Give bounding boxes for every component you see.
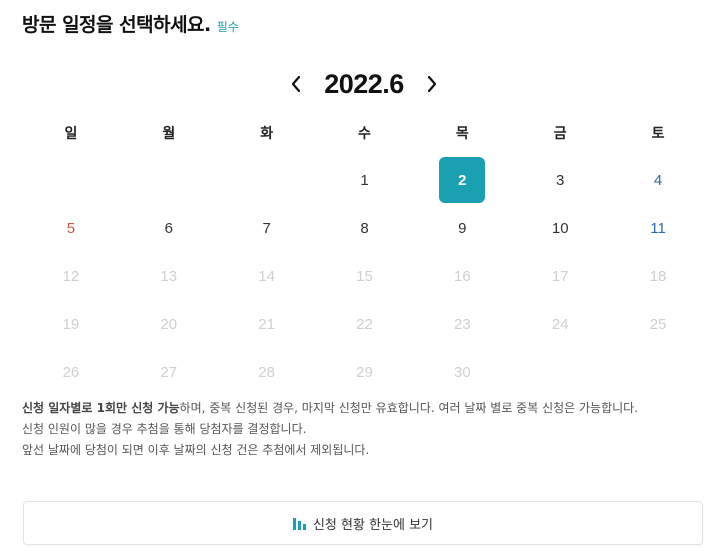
required-badge: 필수 — [216, 20, 239, 34]
calendar-day-cell: 8 — [316, 204, 414, 252]
calendar-day-cell: 16 — [413, 252, 511, 300]
calendar-day: 25 — [649, 315, 667, 333]
bar-chart-icon — [292, 517, 306, 530]
chevron-right-icon — [427, 75, 436, 93]
calendar-day[interactable]: 5 — [48, 205, 94, 251]
calendar-day: 22 — [356, 315, 373, 333]
calendar-day[interactable]: 11 — [635, 205, 681, 251]
view-status-label: 신청 현황 한눈에 보기 — [312, 517, 434, 533]
calendar-day-cell: 27 — [120, 348, 218, 396]
calendar-day-cell: 6 — [120, 204, 218, 252]
calendar-day: 15 — [356, 267, 373, 285]
calendar-day-cell: 2 — [413, 156, 511, 204]
prev-month-button[interactable] — [282, 70, 310, 98]
notice-text: 신청 일자별로 1회만 신청 가능하며, 중복 신청된 경우, 마지막 신청만 … — [22, 398, 712, 461]
calendar-grid: 일 월 화 수 목 금 토 1 2 3 4 5 6 7 8 9 10 11 12 13 14 15 16 17 18 19 20 21… — [22, 110, 707, 396]
weekday-header: 화 — [260, 126, 274, 142]
month-navigator: 2022.6 — [0, 66, 728, 102]
calendar-day[interactable]: 8 — [341, 205, 387, 251]
weekday-header: 월 — [162, 126, 176, 142]
calendar-day[interactable]: 7 — [244, 205, 290, 251]
calendar-day-cell: 28 — [218, 348, 316, 396]
calendar-day-cell: 19 — [22, 300, 120, 348]
calendar-day-cell: 14 — [218, 252, 316, 300]
calendar-day: 21 — [258, 315, 275, 333]
notice-emphasis: 신청 일자별로 1회만 신청 가능 — [22, 401, 180, 415]
calendar-day: 29 — [356, 363, 373, 381]
view-status-button[interactable]: 신청 현황 한눈에 보기 — [23, 501, 703, 545]
calendar-day: 23 — [454, 315, 471, 333]
current-month-label: 2022.6 — [324, 68, 404, 99]
calendar-day: 30 — [454, 363, 471, 381]
empty-cell — [120, 156, 218, 204]
calendar-day-cell: 20 — [120, 300, 218, 348]
weekday-header: 금 — [553, 126, 567, 142]
calendar-day[interactable]: 1 — [341, 157, 387, 203]
calendar-day-cell: 7 — [218, 204, 316, 252]
calendar-day-cell: 4 — [609, 156, 707, 204]
calendar-day: 16 — [454, 267, 471, 285]
notice-line-1-rest: 하며, 중복 신청된 경우, 마지막 신청만 유효합니다. 여러 날짜 별로 중… — [179, 401, 639, 415]
calendar-day-cell: 24 — [511, 300, 609, 348]
notice-line-1: 신청 일자별로 1회만 신청 가능하며, 중복 신청된 경우, 마지막 신청만 … — [22, 398, 712, 419]
calendar-day-cell: 23 — [413, 300, 511, 348]
chevron-left-icon — [292, 75, 301, 93]
calendar-day: 28 — [258, 363, 275, 381]
calendar-day: 26 — [62, 363, 80, 381]
calendar-day: 17 — [551, 267, 569, 285]
calendar-day[interactable]: 10 — [537, 205, 583, 251]
calendar-day: 24 — [551, 315, 569, 333]
page-title: 방문 일정을 선택하세요. — [22, 14, 211, 36]
calendar-day[interactable]: 4 — [635, 157, 681, 203]
calendar-day[interactable]: 3 — [537, 157, 583, 203]
calendar-day: 18 — [649, 267, 667, 285]
calendar-day-cell: 26 — [22, 348, 120, 396]
empty-cell — [22, 156, 120, 204]
calendar-day-cell: 18 — [609, 252, 707, 300]
calendar-day-cell: 11 — [609, 204, 707, 252]
weekday-header: 목 — [455, 126, 469, 142]
calendar-day-cell: 10 — [511, 204, 609, 252]
calendar-day-cell: 1 — [316, 156, 414, 204]
calendar-day-cell: 21 — [218, 300, 316, 348]
selected-day[interactable]: 2 — [439, 157, 486, 203]
calendar-day-cell: 22 — [316, 300, 414, 348]
weekday-header: 일 — [64, 126, 78, 142]
calendar-day-cell: 5 — [22, 204, 120, 252]
calendar-day: 27 — [160, 363, 178, 381]
calendar-day-cell: 15 — [316, 252, 414, 300]
calendar-day-cell: 17 — [511, 252, 609, 300]
calendar-day[interactable]: 9 — [439, 205, 485, 251]
calendar-day-cell: 3 — [511, 156, 609, 204]
calendar-day: 12 — [62, 267, 80, 285]
calendar-day-cell: 30 — [413, 348, 511, 396]
notice-line-3: 앞선 날짜에 당첨이 되면 이후 날짜의 신청 건은 추첨에서 제외됩니다. — [22, 443, 370, 457]
weekday-header: 수 — [358, 126, 371, 142]
calendar-day: 19 — [62, 315, 80, 333]
calendar-day-cell: 25 — [609, 300, 707, 348]
weekday-header: 토 — [651, 126, 665, 142]
calendar-day[interactable]: 6 — [146, 205, 192, 251]
section-heading: 방문 일정을 선택하세요. 필수 — [22, 10, 239, 37]
calendar-day: 13 — [160, 267, 178, 285]
notice-line-2: 신청 인원이 많을 경우 추첨을 통해 당첨자를 결정합니다. — [22, 422, 307, 436]
calendar-day: 20 — [160, 315, 178, 333]
calendar-day-cell: 29 — [316, 348, 414, 396]
calendar-day-cell: 12 — [22, 252, 120, 300]
calendar-day: 14 — [258, 267, 275, 285]
next-month-button[interactable] — [418, 70, 446, 98]
calendar-day-cell: 13 — [120, 252, 218, 300]
empty-cell — [218, 156, 316, 204]
calendar-day-cell: 9 — [413, 204, 511, 252]
